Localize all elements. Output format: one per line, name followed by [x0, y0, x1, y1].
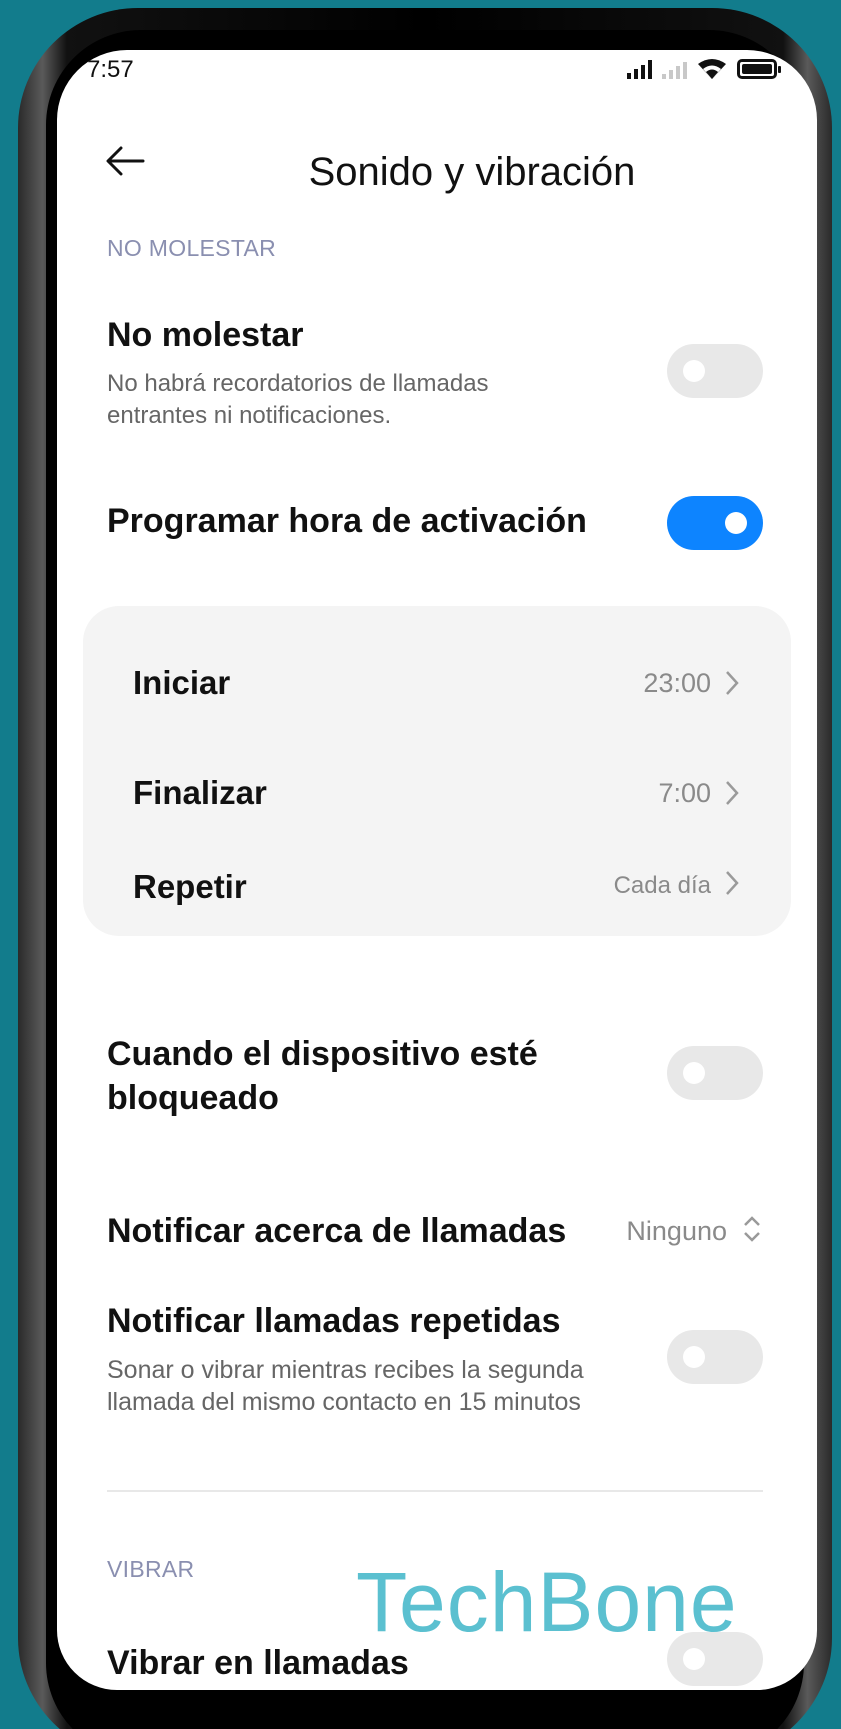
status-icons	[627, 58, 781, 80]
status-time: 7:57	[87, 56, 134, 83]
locked-toggle[interactable]	[667, 1046, 763, 1100]
repeat-calls-subtitle-line2: llamada del mismo contacto en 15 minutos	[107, 1388, 581, 1416]
repeat-calls-subtitle-line1: Sonar o vibrar mientras recibes la segun…	[107, 1356, 584, 1384]
chevron-updown-icon[interactable]	[741, 1212, 763, 1246]
phone-screen: 7:57 Sonido y vibración NO MOLESTAR No m…	[57, 50, 817, 1690]
repeat-calls-title: Notificar llamadas repetidas	[107, 1302, 561, 1340]
notify-calls-value[interactable]: Ninguno	[626, 1216, 727, 1247]
section-label-vibrate: VIBRAR	[107, 1556, 195, 1582]
dnd-subtitle-line1: No habrá recordatorios de llamadas	[107, 370, 489, 397]
repeat-value[interactable]: Cada día	[614, 872, 711, 900]
chevron-right-icon	[726, 871, 739, 895]
locked-title-line1: Cuando el dispositivo esté	[107, 1035, 538, 1073]
end-value[interactable]: 7:00	[658, 778, 711, 809]
start-value[interactable]: 23:00	[643, 668, 711, 699]
locked-title-line2: bloqueado	[107, 1079, 279, 1117]
notify-calls-title: Notificar acerca de llamadas	[107, 1212, 567, 1250]
chevron-right-icon	[726, 671, 739, 695]
schedule-card: Iniciar 23:00 Finalizar 7:00 Repetir Cad…	[83, 606, 791, 936]
repeat-label[interactable]: Repetir	[133, 868, 247, 906]
dnd-title: No molestar	[107, 316, 304, 354]
section-divider	[107, 1490, 763, 1492]
chevron-right-icon	[726, 781, 739, 805]
section-label-dnd: NO MOLESTAR	[107, 235, 277, 261]
end-label[interactable]: Finalizar	[133, 774, 267, 812]
battery-icon	[737, 59, 781, 79]
page-title: Sonido y vibración	[308, 150, 636, 194]
status-bar: 7:57	[57, 50, 817, 90]
signal-icon	[627, 59, 652, 79]
dnd-subtitle-line2: entrantes ni notificaciones.	[107, 402, 392, 429]
schedule-toggle[interactable]	[667, 496, 763, 550]
wifi-icon	[698, 59, 726, 79]
watermark: TechBone	[356, 1555, 738, 1649]
repeat-calls-toggle[interactable]	[667, 1330, 763, 1384]
schedule-title: Programar hora de activación	[107, 502, 587, 540]
stage: 7:57 Sonido y vibración NO MOLESTAR No m…	[0, 0, 841, 1729]
start-label[interactable]: Iniciar	[133, 664, 230, 702]
signal-secondary-icon	[662, 59, 687, 79]
dnd-toggle[interactable]	[667, 344, 763, 398]
